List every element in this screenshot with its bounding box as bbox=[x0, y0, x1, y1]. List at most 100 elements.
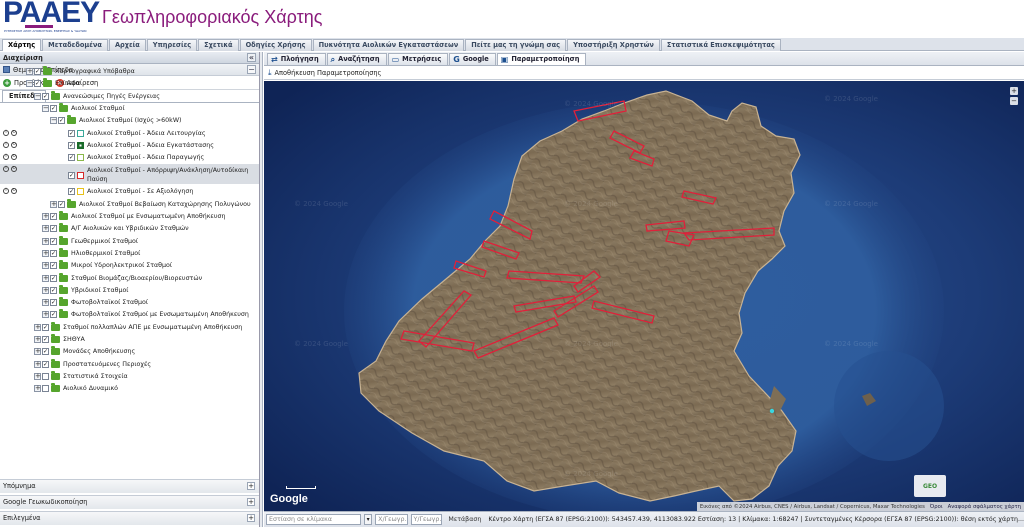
layer-checkbox[interactable]: ✓ bbox=[58, 117, 65, 125]
folder-row[interactable]: + ✓ Χαρτογραφικά Υπόβαθρα bbox=[0, 66, 259, 77]
collapse-icon[interactable]: − bbox=[26, 80, 33, 88]
layer-checkbox[interactable]: ✓ bbox=[68, 188, 75, 196]
refresh-icon[interactable]: ↻ bbox=[11, 154, 17, 161]
expand-icon[interactable]: + bbox=[34, 323, 41, 331]
x-coordinate-input[interactable]: Χ/Γεωγρ. bbox=[375, 514, 408, 525]
info-icon[interactable]: i bbox=[3, 188, 9, 195]
layer-checkbox[interactable]: ✓ bbox=[58, 200, 65, 208]
layer-checkbox[interactable]: ✓ bbox=[50, 237, 57, 245]
layer-row[interactable]: i ↻ ✓ Αιολικοί Σταθμοί - Σε Αξιολόγηση bbox=[0, 186, 259, 197]
layer-checkbox[interactable]: ✓ bbox=[68, 154, 75, 162]
folder-row[interactable]: + ✓ Γεωθερμικοί Σταθμοί bbox=[0, 235, 259, 247]
map-tab[interactable]: ⇄ Πλοήγηση bbox=[267, 53, 326, 65]
refresh-icon[interactable]: ↻ bbox=[11, 188, 17, 195]
folder-row[interactable]: + ✓ ΣΗΘΥΑ bbox=[0, 334, 259, 345]
zoom-in-button[interactable]: + bbox=[1010, 87, 1018, 95]
folder-row[interactable]: + Στατιστικά Στοιχεία bbox=[0, 370, 259, 382]
layer-checkbox[interactable]: ✓ bbox=[42, 323, 49, 331]
folder-row[interactable]: + ✓ Αιολικοί Σταθμοί με Ενσωματωμένη Αποθή… bbox=[0, 211, 259, 222]
expand-icon[interactable]: + bbox=[34, 372, 41, 380]
map-tab[interactable]: ▭ Μετρήσεις bbox=[387, 53, 449, 65]
expand-icon[interactable]: + bbox=[26, 68, 33, 75]
layer-checkbox[interactable]: ✓ bbox=[68, 171, 75, 179]
layer-row[interactable]: i ↻ ✓ Αιολικοί Σταθμοί - Άδεια Εγκατάστασης bbox=[0, 140, 259, 151]
scale-input[interactable]: Εστίαση σε κλίμακα bbox=[266, 514, 362, 525]
map-tab[interactable]: ▣ Παραμετροποίηση bbox=[496, 53, 587, 65]
layer-checkbox[interactable]: ✓ bbox=[42, 336, 49, 343]
folder-row[interactable]: + ✓ Σταθμοί Βιομάζας/Βιοαερίου/Βιορευστών bbox=[0, 272, 259, 284]
refresh-icon[interactable]: ↻ bbox=[11, 129, 17, 136]
expand-icon[interactable]: + bbox=[42, 262, 49, 270]
info-icon[interactable]: i bbox=[3, 129, 9, 136]
expand-icon[interactable]: + bbox=[247, 482, 255, 490]
folder-row[interactable]: + ✓ Αιολικοί Σταθμοί Βεβαίωση Καταχώρησης … bbox=[0, 198, 259, 210]
folder-row[interactable]: − ✓ Αιολικοί Σταθμοί bbox=[0, 102, 259, 114]
layer-checkbox[interactable]: ✓ bbox=[34, 80, 41, 88]
go-to-button[interactable]: Μετάβαση bbox=[448, 516, 481, 523]
accordion-0[interactable]: Υπόμνημα + bbox=[0, 479, 259, 493]
main-tab[interactable]: Αρχεία bbox=[108, 39, 146, 51]
expand-icon[interactable]: + bbox=[42, 274, 49, 282]
map-view[interactable]: © 2024 Google © 2024 Google © 2024 Googl… bbox=[264, 81, 1024, 511]
accordion-2[interactable]: Επιλεγμένα + bbox=[0, 511, 259, 525]
expand-icon[interactable]: + bbox=[42, 311, 49, 319]
info-icon[interactable]: i bbox=[3, 166, 9, 173]
expand-icon[interactable]: + bbox=[34, 360, 41, 368]
folder-row[interactable]: + ✓ Προστατευόμενες Περιοχές bbox=[0, 358, 259, 370]
collapse-icon[interactable]: − bbox=[50, 117, 57, 125]
layer-checkbox[interactable]: ✓ bbox=[68, 141, 75, 149]
layer-checkbox[interactable]: ✓ bbox=[34, 68, 41, 75]
expand-icon[interactable]: + bbox=[50, 200, 57, 208]
layer-checkbox[interactable]: ✓ bbox=[50, 249, 57, 257]
main-tab[interactable]: Σχετικά bbox=[198, 39, 239, 51]
report-error-link[interactable]: Αναφορά σφάλματος χάρτη bbox=[948, 504, 1021, 510]
expand-icon[interactable]: + bbox=[42, 237, 49, 245]
layer-row[interactable]: i ↻ ✓ Αιολικοί Σταθμοί - Απόρριψη/Ανάκληση/… bbox=[0, 164, 259, 185]
panel-splitter[interactable] bbox=[260, 52, 263, 527]
accordion-1[interactable]: Google Γεωκωδικοποίηση + bbox=[0, 495, 259, 509]
expand-icon[interactable]: + bbox=[42, 225, 49, 233]
expand-icon[interactable]: + bbox=[42, 286, 49, 294]
layer-checkbox[interactable] bbox=[42, 372, 49, 380]
y-coordinate-input[interactable]: Υ/Γεωγρ. bbox=[410, 514, 443, 525]
expand-icon[interactable]: + bbox=[247, 514, 255, 522]
folder-row[interactable]: + ✓ Α/Γ Αιολικών και Υβριδικών Σταθμών bbox=[0, 223, 259, 234]
info-icon[interactable]: i bbox=[3, 141, 9, 148]
folder-row[interactable]: − ✓ Αιολικοί Σταθμοί (Ισχύς >60kW) bbox=[0, 115, 259, 126]
expand-icon[interactable]: + bbox=[42, 249, 49, 257]
refresh-icon[interactable]: ↻ bbox=[11, 166, 17, 173]
layer-checkbox[interactable] bbox=[42, 385, 49, 393]
terms-link[interactable]: Όροι bbox=[930, 504, 943, 510]
folder-row[interactable]: + ✓ Υβριδικοί Σταθμοί bbox=[0, 284, 259, 296]
main-tab[interactable]: Πυκνότητα Αιολικών Εγκαταστάσεων bbox=[312, 39, 465, 51]
save-settings-button[interactable]: Αποθήκευση Παραμετροποίησης bbox=[275, 69, 382, 77]
layer-checkbox[interactable]: ✓ bbox=[50, 213, 57, 220]
expand-icon[interactable]: + bbox=[42, 299, 49, 307]
expand-icon[interactable]: + bbox=[42, 213, 49, 220]
layer-checkbox[interactable]: ✓ bbox=[42, 360, 49, 368]
folder-row[interactable]: + ✓ Μονάδες Αποθήκευσης bbox=[0, 346, 259, 357]
folder-row[interactable]: + Αιολικό Δυναμικό bbox=[0, 383, 259, 394]
main-tab[interactable]: Στατιστικά Επισκεψιμότητας bbox=[660, 39, 781, 51]
main-tab[interactable]: Υποστήριξη Χρηστών bbox=[567, 39, 660, 51]
layer-checkbox[interactable]: ✓ bbox=[50, 286, 57, 294]
layer-checkbox[interactable]: ✓ bbox=[50, 104, 57, 112]
folder-row[interactable]: + ✓ Φωτοβολταϊκοί Σταθμοί με Ενσωματωμένη … bbox=[0, 309, 259, 320]
main-tab[interactable]: Υπηρεσίες bbox=[146, 39, 198, 51]
expand-icon[interactable]: + bbox=[34, 348, 41, 356]
info-icon[interactable]: i bbox=[3, 154, 9, 161]
main-tab[interactable]: Χάρτης bbox=[2, 39, 42, 51]
main-tab[interactable]: Μεταδεδομένα bbox=[42, 39, 108, 51]
expand-icon[interactable]: + bbox=[247, 498, 255, 506]
collapse-panel-button[interactable]: « bbox=[247, 53, 256, 62]
layer-checkbox[interactable]: ✓ bbox=[50, 274, 57, 282]
zoom-out-button[interactable]: − bbox=[1010, 97, 1018, 105]
raaey-logo[interactable]: ΡΑΑΕΥ ΡΥΘΜΙΣΤΙΚΗ ΑΡΧΗ ΑΠΟΒΛΗΤΩΝ, ΕΝΕΡΓΕΙ… bbox=[3, 0, 100, 33]
layer-row[interactable]: i ↻ ✓ Αιολικοί Σταθμοί - Άδεια Λειτουργίας bbox=[0, 128, 259, 139]
folder-row[interactable]: + ✓ Σταθμοί πολλαπλών ΑΠΕ με Ενσωματωμένη … bbox=[0, 321, 259, 333]
expand-icon[interactable]: + bbox=[34, 385, 41, 393]
expand-icon[interactable]: + bbox=[34, 336, 41, 343]
layer-checkbox[interactable]: ✓ bbox=[50, 311, 57, 319]
folder-row[interactable]: − ✓ Ανανεώσιμες Πηγές Ενέργειας bbox=[0, 90, 259, 102]
scale-dropdown-button[interactable]: ▾ bbox=[364, 514, 373, 525]
